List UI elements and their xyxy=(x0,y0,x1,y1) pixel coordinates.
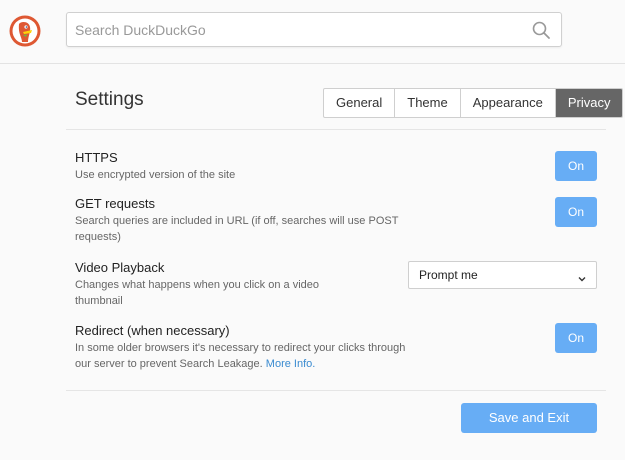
get-requests-desc-line2: requests) xyxy=(75,231,121,243)
https-desc: Use encrypted version of the site xyxy=(75,169,236,181)
save-and-exit-button[interactable]: Save and Exit xyxy=(461,403,597,433)
redirect-desc-line2: our server to prevent Search Leakage. xyxy=(75,358,263,370)
duckduckgo-logo-icon[interactable] xyxy=(9,15,41,47)
video-playback-title: Video Playback xyxy=(75,260,165,275)
get-requests-title: GET requests xyxy=(75,196,155,211)
video-playback-desc-line1: Changes what happens when you click on a… xyxy=(75,279,319,291)
top-header xyxy=(0,0,625,64)
redirect-title: Redirect (when necessary) xyxy=(75,323,230,338)
video-playback-select[interactable]: Prompt me xyxy=(408,261,597,289)
redirect-desc-line2-wrap: our server to prevent Search Leakage. Mo… xyxy=(75,356,405,372)
video-playback-desc: Changes what happens when you click on a… xyxy=(75,277,319,309)
more-info-link[interactable]: More Info. xyxy=(266,358,316,370)
chevron-down-icon xyxy=(577,271,587,282)
redirect-toggle[interactable]: On xyxy=(555,323,597,353)
search-box xyxy=(66,12,562,47)
get-requests-desc-line1: Search queries are included in URL (if o… xyxy=(75,215,399,227)
tab-theme[interactable]: Theme xyxy=(395,89,461,117)
redirect-desc-line1: In some older browsers it's necessary to… xyxy=(75,342,406,354)
redirect-desc: In some older browsers it's necessary to… xyxy=(75,340,405,372)
divider xyxy=(66,129,606,130)
tab-general[interactable]: General xyxy=(324,89,396,117)
page-title: Settings xyxy=(75,89,144,110)
https-title: HTTPS xyxy=(75,150,118,165)
video-playback-value: Prompt me xyxy=(419,268,478,282)
search-input[interactable] xyxy=(75,13,515,46)
magnifier-icon[interactable] xyxy=(531,20,551,40)
divider xyxy=(66,390,606,391)
settings-tabs: General Theme Appearance Privacy xyxy=(323,88,624,118)
video-playback-desc-line2: thumbnail xyxy=(75,295,123,307)
tab-appearance[interactable]: Appearance xyxy=(461,89,556,117)
get-requests-desc: Search queries are included in URL (if o… xyxy=(75,213,398,245)
get-requests-toggle[interactable]: On xyxy=(555,197,597,227)
tab-privacy[interactable]: Privacy xyxy=(555,89,623,117)
https-toggle[interactable]: On xyxy=(555,151,597,181)
